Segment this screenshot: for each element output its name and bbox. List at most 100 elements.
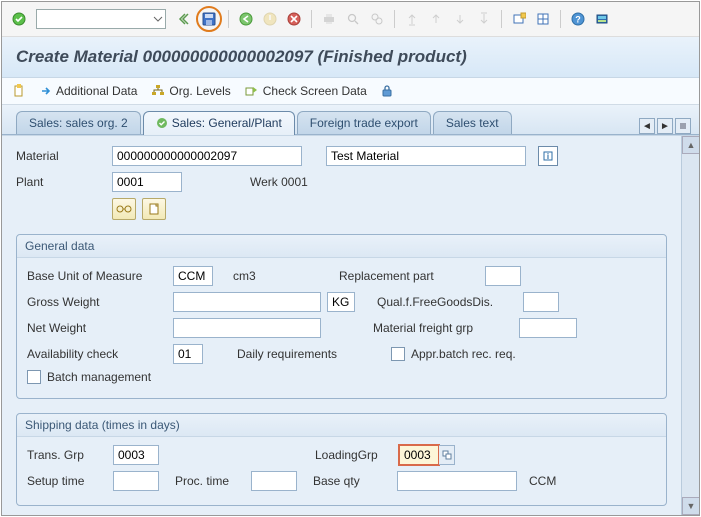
batchmgmt-label: Batch management bbox=[47, 370, 151, 384]
net-field[interactable] bbox=[173, 318, 321, 338]
nav-first-icon[interactable] bbox=[172, 8, 194, 30]
gui-options-icon[interactable] bbox=[591, 8, 613, 30]
tab-scroll-right[interactable]: ► bbox=[657, 118, 673, 134]
title-area: Create Material 000000000000002097 (Fini… bbox=[2, 37, 699, 78]
uom-desc: cm3 bbox=[233, 269, 293, 283]
svg-text:i: i bbox=[547, 152, 549, 161]
save-button-highlight bbox=[196, 6, 222, 32]
avail-field[interactable] bbox=[173, 344, 203, 364]
material-desc-field[interactable] bbox=[326, 146, 526, 166]
layout-icon[interactable] bbox=[532, 8, 554, 30]
proc-field[interactable] bbox=[251, 471, 297, 491]
qualfree-field[interactable] bbox=[523, 292, 559, 312]
tab-sales-text[interactable]: Sales text bbox=[433, 111, 512, 134]
apprbatch-checkbox[interactable] bbox=[391, 347, 405, 361]
back-icon[interactable] bbox=[235, 8, 257, 30]
apprbatch-label: Appr.batch rec. req. bbox=[411, 347, 516, 361]
tab-list-button[interactable] bbox=[675, 118, 691, 134]
page-last-icon bbox=[473, 8, 495, 30]
page-up-icon bbox=[425, 8, 447, 30]
general-data-group: General data Base Unit of Measure cm3 Re… bbox=[16, 234, 667, 399]
glasses-button[interactable] bbox=[112, 198, 136, 220]
list-icon bbox=[678, 121, 688, 131]
save-button[interactable] bbox=[198, 8, 220, 30]
page-icon bbox=[149, 203, 159, 215]
org-icon bbox=[151, 85, 165, 97]
page-title: Create Material 000000000000002097 (Fini… bbox=[16, 47, 685, 67]
command-field[interactable] bbox=[36, 9, 166, 29]
check-icon bbox=[245, 85, 259, 97]
chevron-down-icon bbox=[153, 14, 163, 24]
material-label: Material bbox=[16, 149, 106, 163]
scroll-up-button[interactable]: ▲ bbox=[682, 136, 699, 154]
glasses-icon bbox=[116, 204, 132, 214]
check-screen-link[interactable]: Check Screen Data bbox=[245, 84, 367, 98]
tab-sales-general-plant[interactable]: Sales: General/Plant bbox=[143, 111, 295, 135]
main-toolbar: ? bbox=[2, 2, 699, 37]
new-doc-button[interactable] bbox=[12, 84, 26, 98]
mfg-label: Material freight grp bbox=[373, 321, 513, 335]
app-window: ? Create Material 000000000000002097 (Fi… bbox=[1, 1, 700, 516]
vertical-scrollbar[interactable]: ▲ ▼ bbox=[681, 136, 699, 515]
plant-desc: Werk 0001 bbox=[250, 175, 308, 189]
plant-label: Plant bbox=[16, 175, 106, 189]
setup-label: Setup time bbox=[27, 474, 107, 488]
baseqty-label: Base qty bbox=[313, 474, 391, 488]
shipping-title: Shipping data (times in days) bbox=[17, 414, 666, 437]
avail-desc: Daily requirements bbox=[237, 347, 371, 361]
new-session-icon[interactable] bbox=[508, 8, 530, 30]
help-icon[interactable]: ? bbox=[567, 8, 589, 30]
page-first-icon bbox=[401, 8, 423, 30]
tab-foreign-trade[interactable]: Foreign trade export bbox=[297, 111, 431, 134]
lock-icon bbox=[381, 84, 393, 98]
tab-sales-general-label: Sales: General/Plant bbox=[172, 116, 282, 130]
material-field[interactable] bbox=[112, 146, 302, 166]
org-levels-label: Org. Levels bbox=[169, 84, 230, 98]
checkmark-icon bbox=[156, 117, 168, 129]
replacement-label: Replacement part bbox=[339, 269, 479, 283]
mfg-field[interactable] bbox=[519, 318, 577, 338]
tab-scroll-left[interactable]: ◄ bbox=[639, 118, 655, 134]
doc-button[interactable] bbox=[142, 198, 166, 220]
proc-label: Proc. time bbox=[175, 474, 245, 488]
loadgrp-f4-button[interactable] bbox=[439, 445, 455, 465]
replacement-field[interactable] bbox=[485, 266, 521, 286]
ok-icon[interactable] bbox=[8, 8, 30, 30]
find-next-icon bbox=[366, 8, 388, 30]
print-icon bbox=[318, 8, 340, 30]
check-screen-label: Check Screen Data bbox=[263, 84, 367, 98]
info-icon: i bbox=[542, 150, 554, 162]
batchmgmt-checkbox[interactable] bbox=[27, 370, 41, 384]
exit-icon bbox=[259, 8, 281, 30]
uom-field[interactable] bbox=[173, 266, 213, 286]
app-toolbar: Additional Data Org. Levels Check Screen… bbox=[2, 78, 699, 105]
page-down-icon bbox=[449, 8, 471, 30]
org-levels-link[interactable]: Org. Levels bbox=[151, 84, 230, 98]
setup-field[interactable] bbox=[113, 471, 159, 491]
baseqty-field[interactable] bbox=[397, 471, 517, 491]
gross-unit-field[interactable] bbox=[327, 292, 355, 312]
loadgrp-label: LoadingGrp bbox=[315, 448, 393, 462]
transgrp-label: Trans. Grp bbox=[27, 448, 107, 462]
transgrp-field[interactable] bbox=[113, 445, 159, 465]
net-label: Net Weight bbox=[27, 321, 167, 335]
tab-nav: ◄ ► bbox=[639, 118, 691, 134]
tab-sales-org-2[interactable]: Sales: sales org. 2 bbox=[16, 111, 141, 134]
search-help-icon bbox=[442, 450, 452, 460]
plant-field[interactable] bbox=[112, 172, 182, 192]
gross-label: Gross Weight bbox=[27, 295, 167, 309]
shipping-group: Shipping data (times in days) Trans. Grp… bbox=[16, 413, 667, 506]
gross-field[interactable] bbox=[173, 292, 321, 312]
avail-label: Availability check bbox=[27, 347, 167, 361]
scroll-down-button[interactable]: ▼ bbox=[682, 497, 699, 515]
loadgrp-field[interactable] bbox=[399, 445, 439, 465]
qualfree-label: Qual.f.FreeGoodsDis. bbox=[377, 295, 517, 309]
baseqty-unit: CCM bbox=[529, 474, 556, 488]
additional-data-link[interactable]: Additional Data bbox=[40, 84, 137, 98]
find-icon bbox=[342, 8, 364, 30]
form-body: Material i Plant Werk 0001 bbox=[2, 135, 699, 515]
cancel-icon[interactable] bbox=[283, 8, 305, 30]
document-icon bbox=[12, 84, 26, 98]
info-button[interactable]: i bbox=[538, 146, 558, 166]
lock-button[interactable] bbox=[381, 84, 393, 98]
